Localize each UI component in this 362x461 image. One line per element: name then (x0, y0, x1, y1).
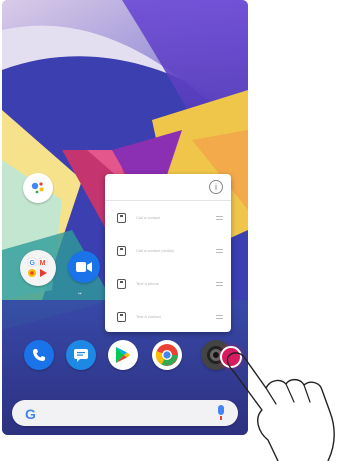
chrome-icon[interactable] (152, 340, 182, 370)
drag-handle-icon[interactable] (216, 315, 223, 319)
contact-icon (117, 212, 126, 223)
shortcut-label: Call a contact (136, 215, 161, 220)
play-store-icon[interactable] (108, 340, 138, 370)
phone-screen: G M ▪▪ ▪ i Call a contact Call a contact… (2, 0, 248, 435)
contact-card-icon (117, 311, 126, 322)
app-folder-icon[interactable]: G M (20, 250, 56, 286)
search-bar[interactable]: G (12, 400, 238, 426)
google-assistant-icon[interactable] (23, 173, 53, 203)
phone-icon[interactable] (24, 340, 54, 370)
video-call-caption: ▪▪ (78, 291, 82, 297)
popup-header: i (105, 174, 231, 201)
pointing-hand-illustration (226, 352, 335, 461)
shortcut-item[interactable]: Text a contact (105, 300, 231, 333)
info-icon[interactable]: i (209, 180, 223, 194)
drag-handle-icon[interactable] (216, 249, 223, 253)
messages-icon[interactable] (66, 340, 96, 370)
contact-icon (117, 278, 126, 289)
app-shortcuts-popup: i Call a contact Call a contact (redial)… (105, 174, 231, 332)
shortcut-item[interactable]: Text a phone (105, 267, 231, 300)
drag-handle-icon[interactable] (216, 216, 223, 220)
svg-text:G: G (30, 260, 36, 267)
shortcut-item[interactable]: Call a contact (redial) (105, 234, 231, 267)
google-logo-icon: G (25, 406, 36, 422)
shortcut-label: Text a phone (136, 281, 159, 286)
shortcut-item[interactable]: Call a contact (105, 201, 231, 234)
shortcut-label: Call a contact (redial) (136, 248, 174, 253)
svg-text:M: M (40, 260, 46, 267)
contact-card-icon (117, 245, 126, 256)
drag-handle-icon[interactable] (216, 282, 223, 286)
shortcut-label: Text a contact (136, 314, 161, 319)
video-call-icon[interactable] (68, 251, 100, 283)
